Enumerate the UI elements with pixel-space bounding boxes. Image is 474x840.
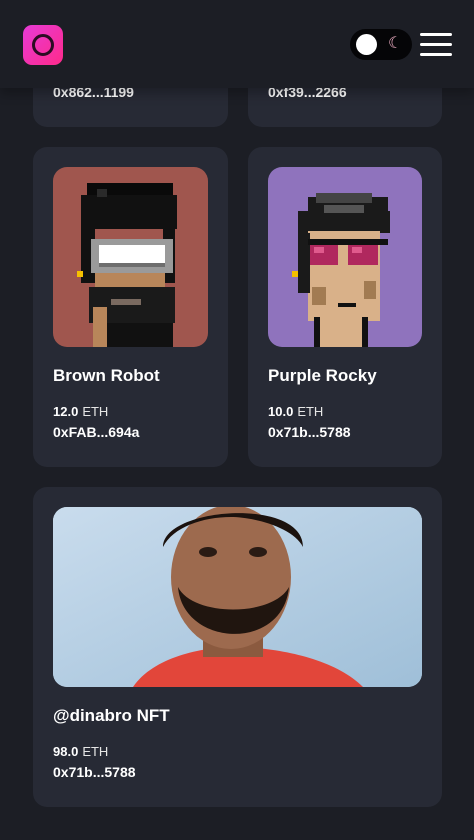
price-unit: ETH: [82, 404, 109, 419]
nft-image-dinabro-photo: [53, 507, 422, 687]
nft-title: @dinabro NFT: [53, 706, 170, 725]
price-value: 98.0: [53, 744, 79, 759]
theme-toggle[interactable]: ☾: [350, 29, 412, 60]
nft-price: 98.0 ETH: [53, 744, 108, 759]
toggle-knob: [356, 34, 377, 55]
price-value: 10.0: [268, 404, 294, 419]
nft-image-brown-robot: [53, 167, 208, 347]
owner-address: 0xFAB...694a: [53, 424, 140, 440]
nft-title: Purple Rocky: [268, 366, 377, 385]
nft-image-purple-rocky: [268, 167, 422, 347]
nft-card[interactable]: @dinabro NFT 98.0 ETH 0x71b...5788: [33, 487, 442, 807]
nft-card[interactable]: Brown Robot 12.0 ETH 0xFAB...694a: [33, 147, 228, 467]
nft-card[interactable]: Purple Rocky 10.0 ETH 0x71b...5788: [248, 147, 442, 467]
nft-price: 12.0 ETH: [53, 404, 108, 419]
price-unit: ETH: [82, 744, 109, 759]
nft-title: Brown Robot: [53, 366, 160, 385]
price-unit: ETH: [297, 404, 324, 419]
moon-icon: ☾: [388, 35, 403, 52]
owner-address: 0x71b...5788: [268, 424, 351, 440]
nft-price: 10.0 ETH: [268, 404, 323, 419]
app-header: ☾: [0, 0, 474, 88]
price-value: 12.0: [53, 404, 79, 419]
logo-icon[interactable]: [23, 25, 63, 65]
hamburger-menu-icon[interactable]: [420, 32, 452, 58]
owner-address: 0x71b...5788: [53, 764, 136, 780]
